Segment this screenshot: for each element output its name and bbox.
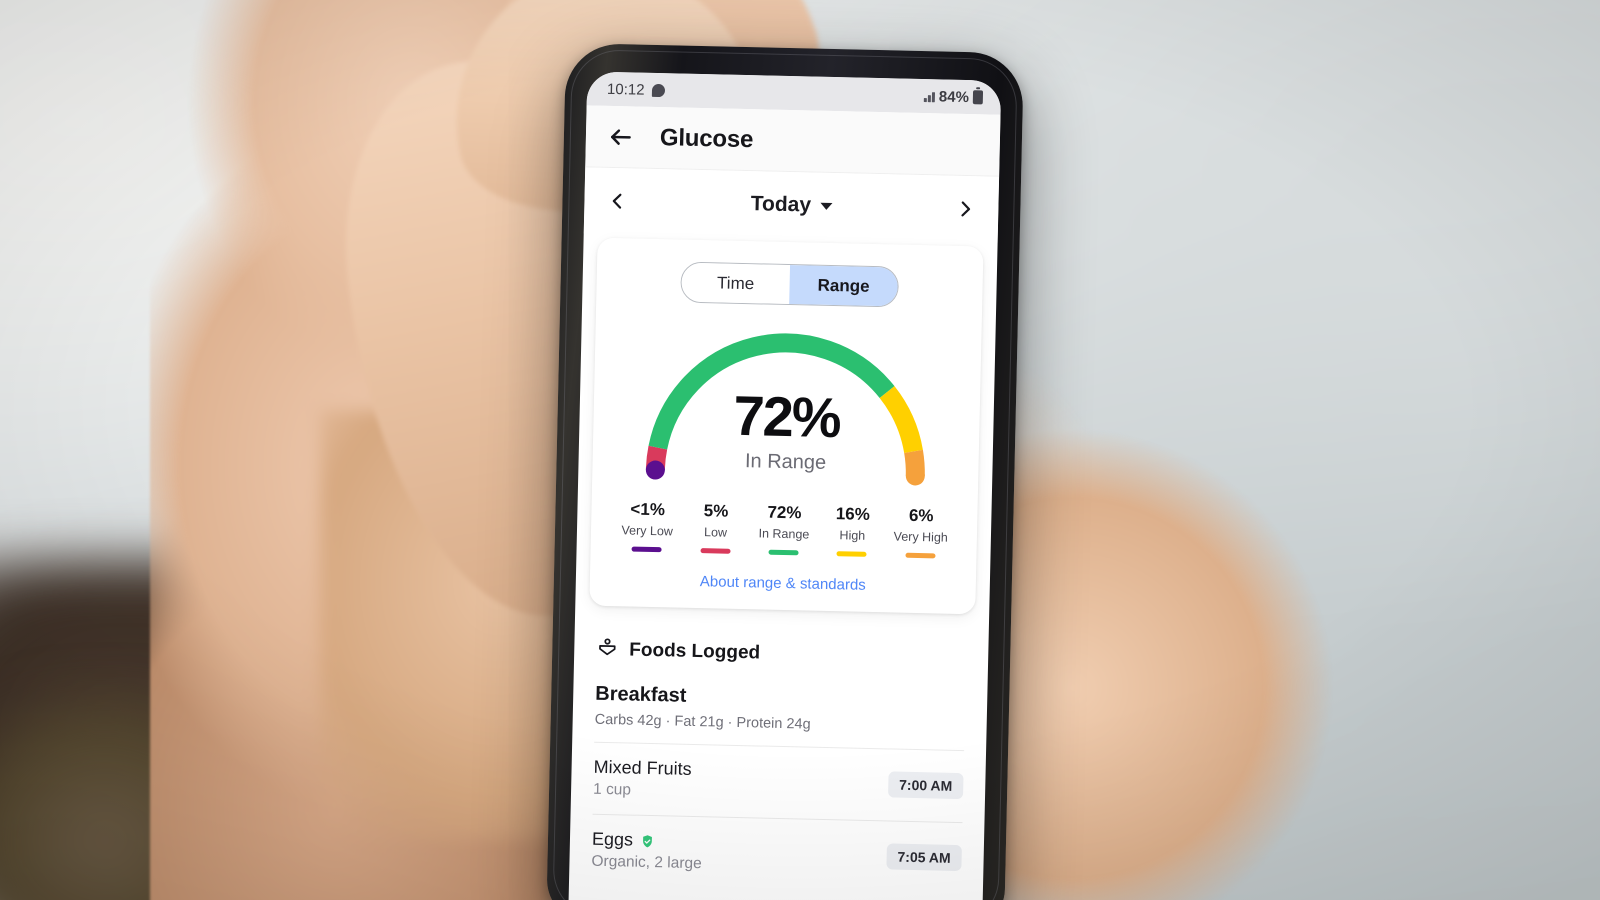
- tab-time[interactable]: Time: [681, 262, 791, 305]
- stat-color-bar: [836, 551, 867, 557]
- stat-color-bar: [905, 552, 936, 559]
- app-bar: Glucose: [585, 105, 1001, 177]
- stat-label: High: [839, 528, 866, 543]
- food-item-name: Eggs: [591, 828, 634, 850]
- status-bar-right: 84%: [924, 87, 984, 106]
- stat-low[interactable]: 5% Low: [681, 501, 751, 555]
- stat-label: Low: [703, 525, 728, 540]
- gauge-percent-value: 72%: [732, 383, 841, 450]
- food-item-name: Mixed Fruits: [593, 756, 692, 779]
- meal-name: Breakfast: [595, 682, 687, 707]
- stat-label: Very High: [893, 529, 948, 545]
- status-bar-time: 10:12: [606, 80, 645, 99]
- stat-value: 72%: [767, 502, 802, 523]
- foods-logged-header: Foods Logged: [574, 605, 990, 685]
- food-item-info: Mixed Fruits 1 cup: [593, 757, 692, 801]
- stat-high[interactable]: 16% High: [818, 504, 888, 558]
- segmented-control-group: Time Range: [680, 261, 900, 308]
- meal-macros: Carbs 42g · Fat 21g · Protein 24g: [594, 711, 811, 733]
- back-arrow-icon[interactable]: [608, 123, 635, 150]
- chevron-down-icon: [819, 202, 833, 210]
- about-range-link[interactable]: About range & standards: [604, 571, 962, 596]
- stat-value: 6%: [908, 505, 934, 526]
- stat-color-bar: [631, 546, 662, 553]
- date-navigator: Today: [583, 167, 1000, 243]
- chat-bubble-icon: [651, 83, 665, 97]
- date-dropdown[interactable]: Today: [751, 192, 833, 218]
- verified-check-icon: [640, 833, 655, 848]
- stat-value: <1%: [630, 499, 666, 520]
- phone-device: 10:12 84% Glucose Today Time Range 72% I…: [546, 42, 1024, 900]
- foods-logged-title: Foods Logged: [629, 639, 761, 663]
- food-item-time: 7:05 AM: [886, 843, 962, 872]
- stat-very-low[interactable]: <1% Very Low: [613, 499, 683, 553]
- chevron-right-icon[interactable]: [954, 198, 976, 220]
- segmented-control: Time Range: [610, 260, 969, 309]
- foods-logged-icon: [596, 636, 619, 663]
- stat-color-bar: [768, 549, 799, 556]
- tab-range[interactable]: Range: [789, 265, 899, 307]
- glucose-range-card: Time Range 72% In Range <1% Very Low 5% …: [589, 237, 984, 615]
- food-item-time: 7:00 AM: [887, 771, 964, 800]
- food-item-name-wrap: Eggs: [592, 829, 703, 852]
- food-item-quantity: 1 cup: [592, 780, 632, 799]
- phone-screen: 10:12 84% Glucose Today Time Range 72% I…: [567, 71, 1002, 900]
- range-stats-legend: <1% Very Low 5% Low 72% In Range 16% Hig…: [605, 493, 964, 559]
- range-gauge: 72% In Range: [606, 321, 968, 501]
- food-item-quantity: Organic, 2 large: [591, 852, 702, 873]
- stat-label: Very Low: [621, 523, 674, 539]
- battery-percent-label: 84%: [938, 87, 970, 106]
- battery-icon: [972, 90, 984, 105]
- meal-summary-breakfast[interactable]: Breakfast Carbs 42g · Fat 21g · Protein …: [572, 676, 987, 750]
- stat-value: 16%: [835, 504, 871, 524]
- page-title: Glucose: [659, 123, 754, 153]
- status-bar-left: 10:12: [607, 80, 665, 98]
- food-item-eggs[interactable]: Eggs Organic, 2 large 7:05 AM: [569, 814, 985, 894]
- signal-bars-icon: [924, 90, 935, 103]
- stat-very-high[interactable]: 6% Very High: [886, 505, 956, 559]
- stat-label: In Range: [758, 526, 810, 542]
- date-label-text: Today: [750, 192, 812, 217]
- food-item-info: Eggs Organic, 2 large: [591, 829, 702, 873]
- stat-value: 5%: [703, 501, 729, 521]
- gauge-center-readout: 72% In Range: [606, 383, 966, 478]
- food-item-mixed-fruits[interactable]: Mixed Fruits 1 cup 7:00 AM: [571, 742, 987, 822]
- stat-color-bar: [700, 548, 731, 554]
- chevron-left-icon[interactable]: [606, 190, 628, 212]
- stat-in-range[interactable]: 72% In Range: [749, 502, 819, 556]
